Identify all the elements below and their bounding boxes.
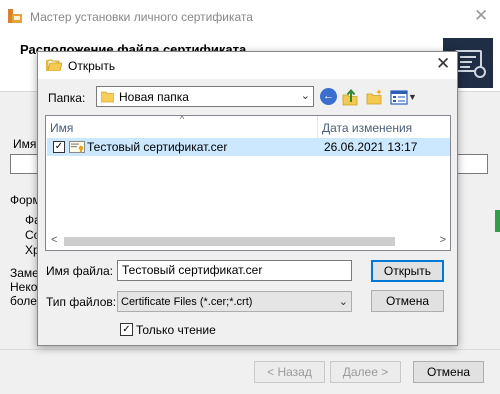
- readonly-label[interactable]: Только чтение: [136, 323, 216, 337]
- new-folder-icon[interactable]: [366, 88, 384, 106]
- wizard-back-button[interactable]: < Назад: [254, 361, 325, 383]
- filetype-label: Тип файлов:: [46, 295, 117, 309]
- column-header-date[interactable]: Дата изменения: [318, 116, 450, 138]
- filetype-value: Certificate Files (*.cer;*.crt): [121, 296, 253, 308]
- file-row-checkbox[interactable]: ✓: [53, 141, 65, 153]
- folder-value: Новая папка: [119, 90, 189, 104]
- wizard-label-some: Неко: [10, 280, 38, 294]
- wizard-green-indicator: [495, 210, 500, 232]
- wizard-title: Мастер установки личного сертификата: [30, 10, 253, 24]
- sort-caret-icon: ^: [180, 114, 185, 124]
- folder-open-icon: [46, 59, 62, 71]
- file-list[interactable]: ^ Имя Дата изменения ✓ Тестовый сертифик…: [45, 114, 451, 251]
- wizard-app-icon: [8, 9, 22, 23]
- view-dropdown-arrow-icon[interactable]: ▼: [408, 92, 417, 102]
- column-header-name[interactable]: ^ Имя: [46, 114, 318, 138]
- column-header-name-label: Имя: [50, 121, 74, 135]
- up-folder-icon[interactable]: [342, 88, 360, 106]
- open-button[interactable]: Открыть: [371, 260, 444, 282]
- wizard-titlebar: Мастер установки личного сертификата ✕: [0, 0, 500, 34]
- back-arrow-icon[interactable]: ←: [320, 88, 337, 105]
- file-row-name: Тестовый сертификат.cer: [87, 140, 228, 154]
- wizard-close-icon[interactable]: ✕: [474, 6, 488, 26]
- dialog-close-icon[interactable]: ✕: [436, 54, 450, 74]
- wizard-label-name: Имя: [13, 137, 37, 151]
- cancel-button[interactable]: Отмена: [371, 290, 444, 312]
- dialog-titlebar: Открыть ✕: [38, 52, 457, 79]
- wizard-next-button[interactable]: Далее >: [330, 361, 401, 383]
- readonly-checkbox[interactable]: ✓: [120, 323, 133, 336]
- chevron-down-icon: ⌄: [338, 296, 348, 308]
- filename-label: Имя файла:: [46, 264, 113, 278]
- filename-input[interactable]: Тестовый сертификат.cer: [117, 260, 352, 281]
- chevron-down-icon: ⌄: [300, 90, 310, 102]
- open-file-dialog: Открыть ✕ Папка: Новая папка ⌄ ← ▼ ^ Имя…: [37, 51, 458, 346]
- folder-icon: [101, 91, 114, 103]
- scrollbar-thumb[interactable]: [64, 237, 395, 246]
- wizard-cancel-button[interactable]: Отмена: [413, 361, 484, 383]
- view-menu-icon[interactable]: [390, 88, 408, 106]
- scroll-right-icon[interactable]: >: [440, 234, 446, 246]
- file-row[interactable]: ✓ Тестовый сертификат.cer 26.06.2021 13:…: [47, 138, 450, 156]
- scroll-left-icon[interactable]: <: [51, 234, 57, 246]
- wizard-footer-divider: [0, 349, 500, 350]
- folder-select[interactable]: Новая папка ⌄: [96, 86, 314, 107]
- certificate-file-icon: [69, 141, 85, 153]
- wizard-label-note: Заме: [10, 266, 39, 280]
- dialog-title: Открыть: [68, 59, 116, 73]
- folder-label: Папка:: [48, 91, 86, 105]
- file-row-date: 26.06.2021 13:17: [324, 140, 418, 154]
- horizontal-scrollbar[interactable]: < >: [47, 233, 450, 249]
- filetype-select[interactable]: Certificate Files (*.cer;*.crt) ⌄: [117, 291, 352, 312]
